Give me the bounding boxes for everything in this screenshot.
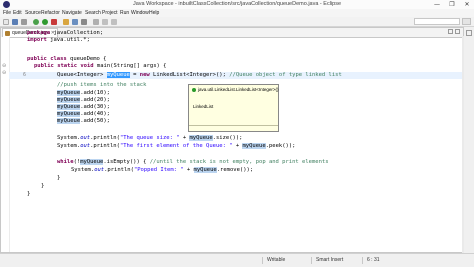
menu-bar: File Edit Source Refactor Navigate Searc… — [0, 9, 474, 17]
status-bar: Writable Smart Insert 6 : 31 — [0, 253, 474, 267]
fold-method-icon[interactable]: ⊖ — [2, 70, 6, 77]
menu-edit[interactable]: Edit — [13, 9, 22, 17]
code-line: import java.util.*; — [27, 37, 90, 43]
code-line: myQueue.add(10); — [57, 90, 110, 96]
search-icon[interactable] — [93, 18, 99, 25]
code-line: while(!myQueue.isEmpty()) { //until the … — [57, 159, 329, 165]
maximize-button[interactable]: ❐ — [445, 0, 459, 9]
menu-refactor[interactable]: Refactor — [41, 9, 60, 17]
print-icon[interactable] — [21, 18, 27, 25]
new-class-icon[interactable] — [72, 18, 78, 25]
restore-view-icon[interactable] — [466, 30, 472, 36]
code-line: public static void main(String[] args) { — [34, 63, 167, 69]
menu-help[interactable]: Help — [149, 9, 159, 17]
perspective-icon[interactable] — [462, 18, 471, 25]
menu-project[interactable]: Project — [102, 9, 118, 17]
main-toolbar — [0, 17, 474, 27]
right-trim — [464, 27, 474, 253]
javadoc-hover-popup[interactable]: java.util.LinkedList.LinkedList<Integer>… — [188, 84, 279, 132]
code-line: } — [57, 175, 61, 181]
menu-search[interactable]: Search — [85, 9, 101, 17]
back-icon[interactable] — [102, 18, 108, 25]
line-number: 6 — [22, 72, 26, 78]
run-icon[interactable] — [42, 18, 48, 25]
fold-class-icon[interactable]: ⊖ — [2, 63, 6, 70]
code-line: myQueue.add(40); — [57, 111, 110, 117]
code-line-active: 6 Queue<Integer> myQueue = new LinkedList… — [23, 72, 342, 79]
code-line: myQueue.add(20); — [57, 97, 110, 103]
code-line: myQueue.add(50); — [57, 118, 110, 124]
external-tools-icon[interactable] — [51, 18, 57, 25]
minimize-button[interactable]: — — [430, 0, 444, 9]
debug-icon[interactable] — [33, 18, 39, 25]
status-insert-mode: Smart Insert — [316, 257, 344, 263]
code-line: } — [41, 183, 45, 189]
code-line: } — [27, 191, 31, 197]
annotation-ruler: ⊖ ⊖ — [1, 37, 10, 252]
java-file-icon — [5, 31, 10, 36]
code-line: package javaCollection; — [27, 30, 104, 36]
menu-window[interactable]: Window — [131, 9, 149, 17]
forward-icon[interactable] — [111, 18, 117, 25]
popup-description: LinkedList — [193, 104, 214, 109]
status-cursor-position: 6 : 31 — [367, 257, 380, 263]
menu-file[interactable]: File — [3, 9, 11, 17]
code-line: System.out.println("The queue size: " + … — [57, 135, 243, 141]
menu-run[interactable]: Run — [120, 9, 129, 17]
code-line: System.out.println("The first element of… — [57, 143, 296, 149]
code-line: System.out.println("Popped Item: " + myQ… — [71, 167, 254, 173]
save-icon[interactable] — [12, 18, 18, 25]
code-line: myQueue.add(30); — [57, 104, 110, 110]
status-separator — [362, 257, 363, 264]
code-line: //push items into the stack — [57, 82, 147, 88]
menu-source[interactable]: Source — [25, 9, 41, 17]
popup-header: java.util.LinkedList.LinkedList<Integer>… — [198, 87, 279, 92]
new-file-icon[interactable] — [3, 18, 9, 25]
open-type-icon[interactable] — [81, 18, 87, 25]
code-line: public class queueDemo { — [27, 56, 107, 62]
maximize-editor-icon[interactable] — [455, 29, 460, 34]
status-separator — [262, 257, 263, 264]
popup-footer — [189, 125, 278, 131]
new-package-icon[interactable] — [63, 18, 69, 25]
quick-access-input[interactable] — [414, 18, 460, 25]
close-button[interactable]: ✕ — [460, 0, 474, 9]
status-writable: Writable — [267, 257, 286, 263]
window-title: Java Workspace - inbuiltClassCollection/… — [132, 1, 342, 7]
minimize-editor-icon[interactable] — [448, 29, 453, 34]
status-separator — [311, 257, 312, 264]
constructor-icon — [192, 88, 196, 92]
menu-navigate[interactable]: Navigate — [62, 9, 82, 17]
